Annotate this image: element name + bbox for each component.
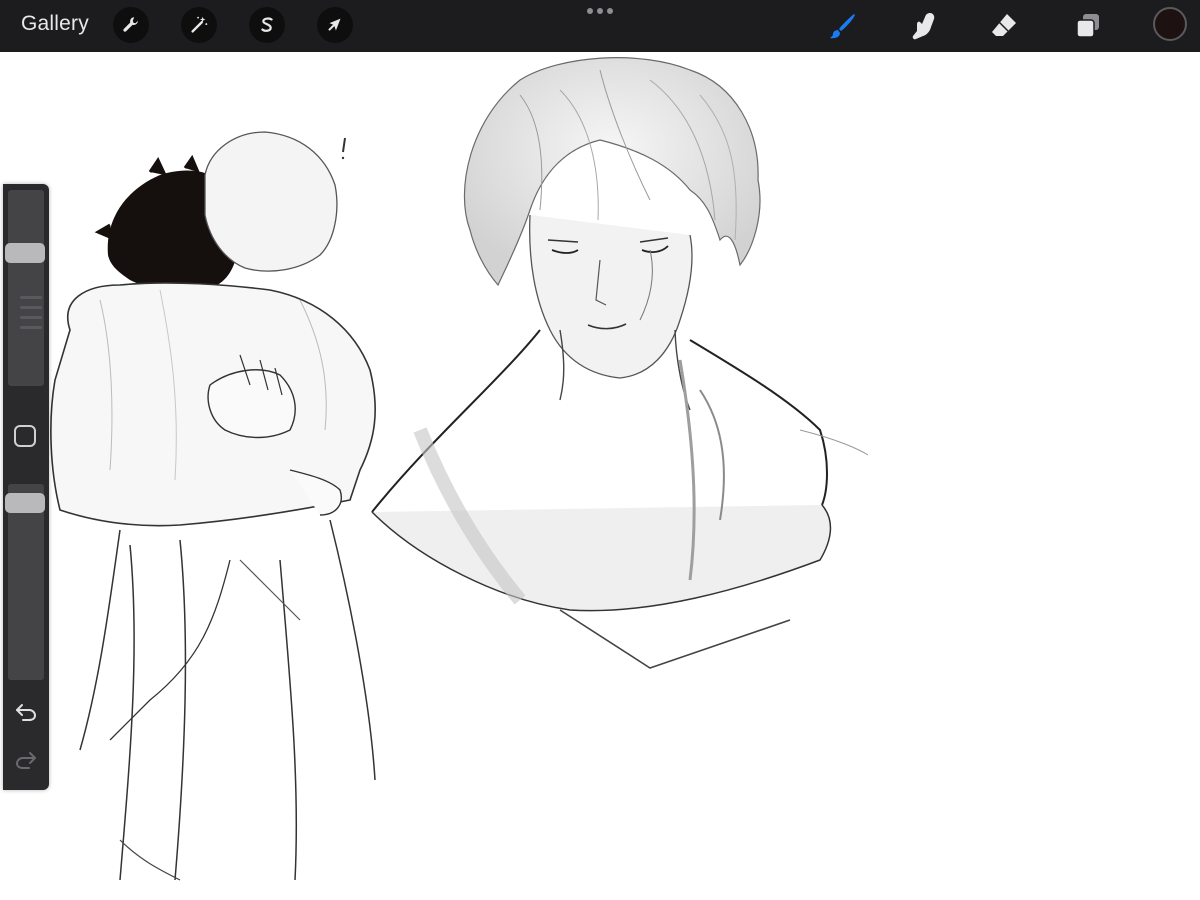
redo-icon[interactable] — [14, 750, 38, 770]
slider-tick — [20, 296, 42, 299]
left-sidebar — [3, 184, 49, 790]
opacity-slider[interactable] — [8, 484, 44, 680]
more-dots-icon[interactable] — [585, 6, 615, 16]
wrench-icon — [123, 17, 138, 32]
eraser-tool-button[interactable] — [987, 9, 1021, 43]
selection-button[interactable] — [249, 7, 285, 43]
slider-tick — [20, 306, 42, 309]
layers-icon — [1076, 14, 1099, 38]
actions-button[interactable] — [113, 7, 149, 43]
brush-tool-button[interactable] — [826, 9, 860, 43]
layers-button[interactable] — [1071, 9, 1105, 43]
drawing-canvas[interactable] — [5, 52, 1200, 900]
magic-wand-icon — [191, 16, 208, 33]
opacity-handle[interactable] — [5, 492, 45, 513]
eraser-icon — [992, 14, 1016, 36]
smudge-finger-icon — [912, 13, 935, 40]
brush-size-handle[interactable] — [5, 242, 45, 263]
top-toolbar: Gallery — [0, 0, 1200, 52]
slider-tick — [20, 326, 42, 329]
modify-button[interactable] — [14, 425, 36, 447]
transform-button[interactable] — [317, 7, 353, 43]
slider-tick — [20, 316, 42, 319]
undo-icon[interactable] — [14, 702, 38, 722]
color-picker-button[interactable] — [1153, 7, 1187, 41]
sketch-artwork — [50, 57, 869, 881]
selection-s-icon — [261, 17, 273, 32]
arrow-cursor-icon — [328, 18, 341, 31]
smudge-tool-button[interactable] — [907, 9, 941, 43]
adjustments-button[interactable] — [181, 7, 217, 43]
brush-size-slider[interactable] — [8, 190, 44, 386]
gallery-button[interactable]: Gallery — [21, 12, 89, 36]
brush-icon — [830, 14, 855, 39]
